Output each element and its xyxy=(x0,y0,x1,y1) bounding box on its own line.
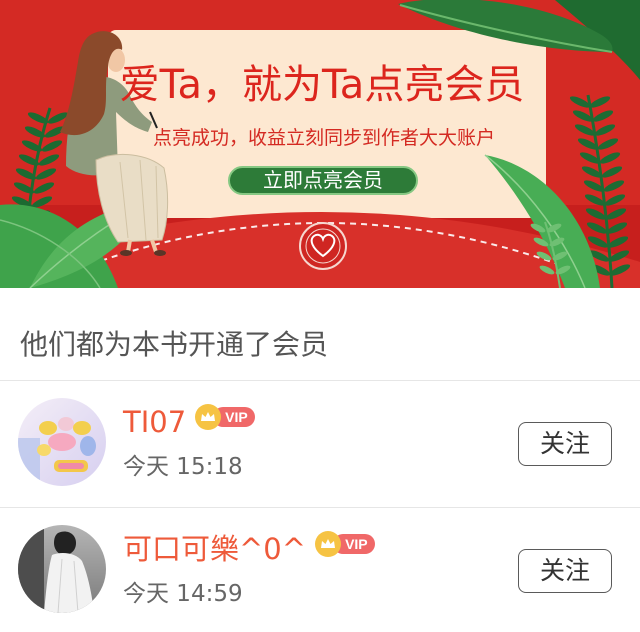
section-title: 他们都为本书开通了会员 xyxy=(20,328,329,361)
member-name[interactable]: TI07 xyxy=(123,404,186,440)
banner-title: 爱Ta，就为Ta点亮会员 xyxy=(119,62,525,108)
member-list-item[interactable]: 可口可樂^0^ VIP 今天 14:59 关注 xyxy=(0,508,640,632)
crown-icon xyxy=(315,531,342,557)
crown-icon xyxy=(195,404,222,430)
banner-subtitle: 点亮成功，收益立刻同步到作者大大账户 xyxy=(152,127,495,149)
member-time: 今天 15:18 xyxy=(123,454,243,480)
member-name-line: 可口可樂^0^ VIP xyxy=(123,531,375,567)
avatar[interactable] xyxy=(18,525,106,613)
member-list-item[interactable]: TI07 VIP 今天 15:18 关注 xyxy=(0,381,640,507)
membership-banner[interactable]: 爱Ta，就为Ta点亮会员 点亮成功，收益立刻同步到作者大大账户 立即点亮会员 xyxy=(0,0,640,288)
avatar[interactable] xyxy=(18,398,106,486)
member-name-line: TI07 VIP xyxy=(123,404,255,440)
heart-seal-icon xyxy=(299,222,347,270)
follow-button[interactable]: 关注 xyxy=(518,549,612,593)
vip-badge: VIP xyxy=(315,531,375,557)
member-time: 今天 14:59 xyxy=(123,581,243,607)
activate-membership-button[interactable]: 立即点亮会员 xyxy=(228,166,418,195)
member-name[interactable]: 可口可樂^0^ xyxy=(123,531,306,567)
vip-badge: VIP xyxy=(195,404,255,430)
follow-button[interactable]: 关注 xyxy=(518,422,612,466)
member-support-page: 爱Ta，就为Ta点亮会员 点亮成功，收益立刻同步到作者大大账户 立即点亮会员 他… xyxy=(0,0,640,632)
